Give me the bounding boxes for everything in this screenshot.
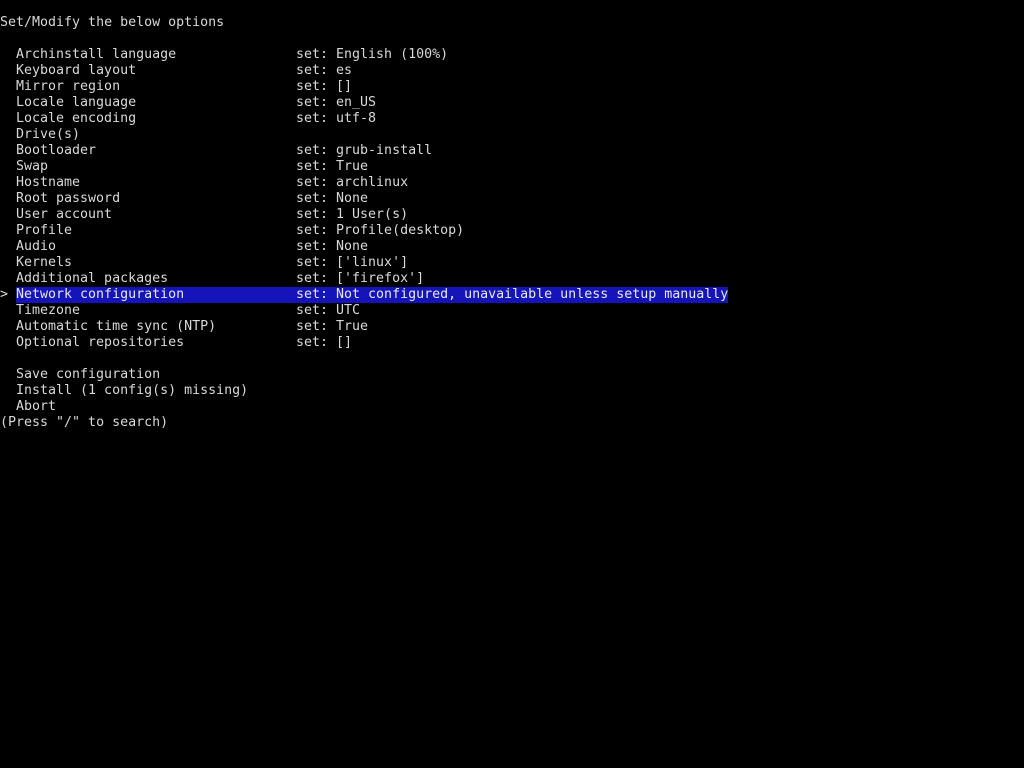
- option-label: Archinstall language: [16, 47, 177, 62]
- option-value: set: []: [296, 79, 353, 94]
- menu-option[interactable]: Kernels set: ['linux']: [0, 255, 1024, 271]
- option-label: Swap: [16, 159, 49, 174]
- option-label: Locale language: [16, 95, 137, 110]
- menu-option[interactable]: Optional repositories set: []: [0, 335, 1024, 351]
- option-label: Audio: [16, 239, 57, 254]
- option-value: set: es: [296, 63, 353, 78]
- menu-option[interactable]: Locale encoding set: utf-8: [0, 111, 1024, 127]
- option-value: set: ['firefox']: [296, 271, 425, 286]
- option-label: Bootloader: [16, 143, 97, 158]
- option-label: User account: [16, 207, 113, 222]
- action-label: Abort: [16, 399, 57, 414]
- menu-option[interactable]: Swap set: True: [0, 159, 1024, 175]
- option-value: set: Not configured, unavailable unless …: [296, 287, 729, 302]
- cursor-icon: >: [0, 287, 9, 302]
- menu-action[interactable]: Save configuration: [0, 367, 1024, 383]
- menu-option[interactable]: Root password set: None: [0, 191, 1024, 207]
- option-label: Hostname: [16, 175, 81, 190]
- option-value: set: English (100%): [296, 47, 449, 62]
- menu-action[interactable]: Install (1 config(s) missing): [0, 383, 1024, 399]
- menu-option[interactable]: User account set: 1 User(s): [0, 207, 1024, 223]
- menu-action[interactable]: Abort: [0, 399, 1024, 415]
- option-label: Mirror region: [16, 79, 121, 94]
- option-value: set: None: [296, 239, 369, 254]
- action-label: Install (1 config(s) missing): [16, 383, 249, 398]
- search-hint: (Press "/" to search): [0, 415, 169, 430]
- option-value: set: ['linux']: [296, 255, 409, 270]
- option-value: set: en_US: [296, 95, 377, 110]
- option-value: set: 1 User(s): [296, 207, 409, 222]
- option-label: Drive(s): [16, 127, 81, 142]
- option-value: set: None: [296, 191, 369, 206]
- option-value: set: UTC: [296, 303, 361, 318]
- menu-option[interactable]: Profile set: Profile(desktop): [0, 223, 1024, 239]
- actions-list: Save configuration Install (1 config(s) m…: [0, 367, 1024, 415]
- menu-option[interactable]: Audio set: None: [0, 239, 1024, 255]
- option-value: set: Profile(desktop): [296, 223, 465, 238]
- menu-option[interactable]: Mirror region set: []: [0, 79, 1024, 95]
- option-value: set: []: [296, 335, 353, 350]
- option-value: set: utf-8: [296, 111, 377, 126]
- menu-option[interactable]: Archinstall language set: English (100%): [0, 47, 1024, 63]
- option-label: Locale encoding: [16, 111, 137, 126]
- option-value: set: archlinux: [296, 175, 409, 190]
- option-label: Profile: [16, 223, 73, 238]
- option-label: Optional repositories: [16, 335, 185, 350]
- option-value: set: grub-install: [296, 143, 433, 158]
- option-value: set: True: [296, 319, 369, 334]
- menu-option[interactable]: Drive(s): [0, 127, 1024, 143]
- option-label: Root password: [16, 191, 121, 206]
- menu-option[interactable]: Additional packages set: ['firefox']: [0, 271, 1024, 287]
- action-label: Save configuration: [16, 367, 161, 382]
- option-label: Keyboard layout: [16, 63, 137, 78]
- menu-option[interactable]: Timezone set: UTC: [0, 303, 1024, 319]
- options-list: Archinstall language set: English (100%) K…: [0, 47, 1024, 351]
- option-label: Automatic time sync (NTP): [16, 319, 217, 334]
- menu-option[interactable]: Automatic time sync (NTP) set: True: [0, 319, 1024, 335]
- option-label: Network configuration: [16, 287, 288, 302]
- option-label: Kernels: [16, 255, 73, 270]
- menu-option[interactable]: Bootloader set: grub-install: [0, 143, 1024, 159]
- menu-header: Set/Modify the below options: [0, 15, 225, 30]
- option-label: Timezone: [16, 303, 81, 318]
- option-label: Additional packages: [16, 271, 169, 286]
- menu-option[interactable]: Locale language set: en_US: [0, 95, 1024, 111]
- menu-option[interactable]: Hostname set: archlinux: [0, 175, 1024, 191]
- option-value: set: True: [296, 159, 369, 174]
- menu-option[interactable]: Keyboard layout set: es: [0, 63, 1024, 79]
- menu-option[interactable]: > Network configuration set: Not configure…: [0, 287, 1024, 303]
- terminal-screen: Set/Modify the below options Archinstall…: [0, 15, 1024, 431]
